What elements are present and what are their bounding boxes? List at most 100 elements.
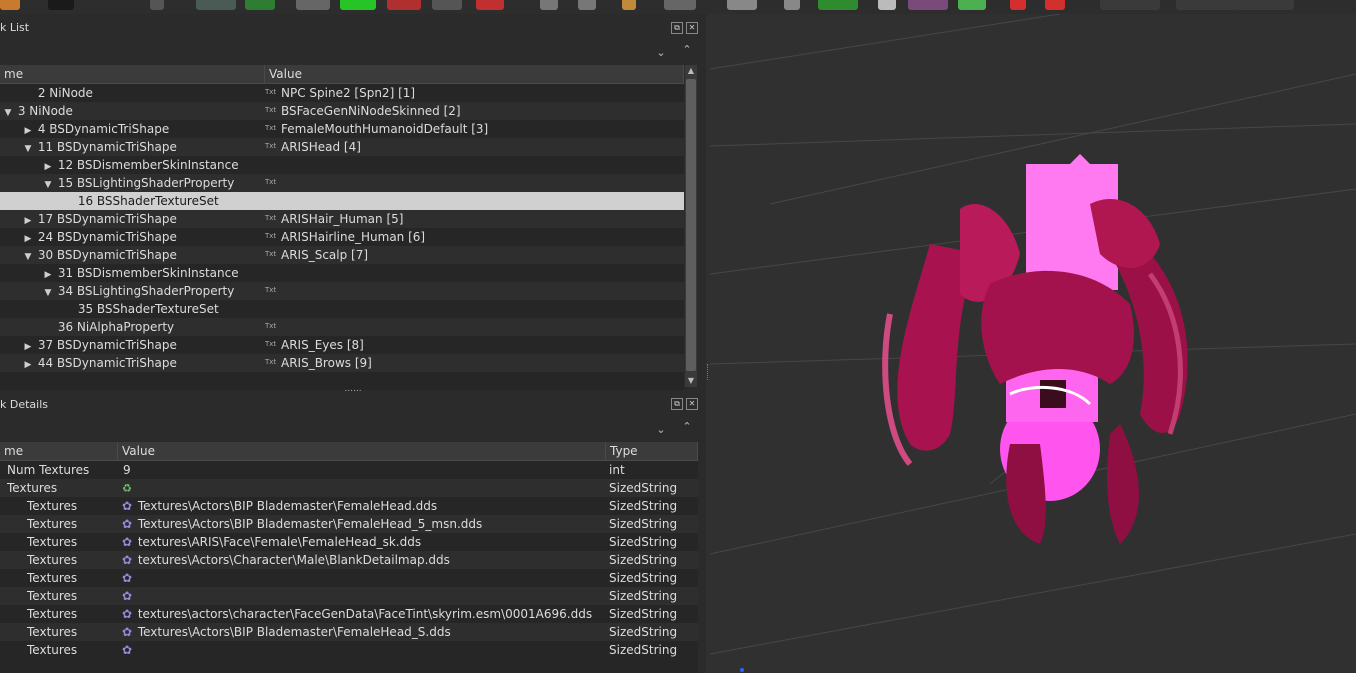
gear-icon[interactable]: ✿: [120, 497, 134, 515]
panel-splitter-handle[interactable]: ......: [0, 385, 706, 394]
tree-row-name: 31 BSDismemberSkinInstance: [57, 266, 239, 280]
tree-row[interactable]: ▶ 17 BSDynamicTriShape Txt ARISHair_Human …: [0, 210, 684, 228]
expand-arrow-right-icon[interactable]: ▶: [22, 338, 34, 354]
tree-row[interactable]: ▶ 4 BSDynamicTriShape Txt FemaleMouthHuman…: [0, 120, 684, 138]
expand-arrow-down-icon[interactable]: ▼: [42, 284, 54, 300]
tree-row[interactable]: ▶ 44 BSDynamicTriShape Txt ARIS_Brows [9]: [0, 354, 684, 372]
tree-row[interactable]: ▶ 24 BSDynamicTriShape Txt ARISHairline_Hu…: [0, 228, 684, 246]
column-header-value[interactable]: Value: [118, 442, 606, 460]
texture-icon[interactable]: [908, 0, 948, 10]
select-tool-icon[interactable]: [196, 0, 236, 10]
red-marker-2-icon[interactable]: [1045, 0, 1065, 10]
detail-row[interactable]: Textures ✿ textures\ARIS\Face\Female\Fema…: [0, 533, 698, 551]
expand-arrow-right-icon[interactable]: ▶: [42, 158, 54, 174]
detail-row[interactable]: Textures ✿ SizedString: [0, 569, 698, 587]
green-circle-icon[interactable]: [958, 0, 986, 10]
tree-row[interactable]: ▼ 34 BSLightingShaderProperty Txt: [0, 282, 684, 300]
gear-icon[interactable]: ✿: [120, 569, 134, 587]
viewport-canvas[interactable]: [710, 14, 1356, 673]
gear-icon[interactable]: ✿: [120, 641, 134, 659]
tree-row-name: 36 NiAlphaProperty: [57, 320, 175, 334]
tree-row[interactable]: 36 NiAlphaProperty Txt: [0, 318, 684, 336]
toolbar-field-2[interactable]: [1176, 0, 1236, 10]
tree-row[interactable]: ▶ 37 BSDynamicTriShape Txt ARIS_Eyes [8]: [0, 336, 684, 354]
column-header-name[interactable]: me: [0, 65, 265, 83]
pointer-icon[interactable]: [150, 0, 164, 10]
detail-row[interactable]: Num Textures 9 int: [0, 461, 698, 479]
expand-arrow-right-icon[interactable]: ▶: [22, 122, 34, 138]
expand-arrow-down-icon[interactable]: ▼: [22, 248, 34, 264]
box-dark-icon[interactable]: [432, 0, 462, 10]
tree-row[interactable]: 2 NiNode Txt NPC Spine2 [Spn2] [1]: [0, 84, 684, 102]
helmet-icon[interactable]: [727, 0, 757, 10]
toolbar-field-1[interactable]: [1100, 0, 1160, 10]
keyboard-icon[interactable]: [664, 0, 696, 10]
detail-row[interactable]: Textures ♻ SizedString: [0, 479, 698, 497]
detail-row[interactable]: Textures ✿ Textures\Actors\BIP Blademaste…: [0, 623, 698, 641]
box-red-icon[interactable]: [387, 0, 421, 10]
close-dock-icon[interactable]: ✕: [686, 398, 698, 410]
detail-row[interactable]: Textures ✿ SizedString: [0, 641, 698, 659]
tree-row[interactable]: ▼ 30 BSDynamicTriShape Txt ARIS_Scalp [7]: [0, 246, 684, 264]
tree-row[interactable]: ▶ 31 BSDismemberSkinInstance: [0, 264, 684, 282]
detail-row[interactable]: Textures ✿ textures\actors\character\Face…: [0, 605, 698, 623]
expand-arrow-right-icon[interactable]: ▶: [42, 266, 54, 282]
tree-row-name: 15 BSLightingShaderProperty: [57, 176, 235, 190]
text-type-icon: Txt: [265, 106, 277, 114]
render-viewport[interactable]: [710, 14, 1356, 673]
gear-icon[interactable]: ✿: [120, 623, 134, 641]
tree-row[interactable]: ▼ 15 BSLightingShaderProperty Txt: [0, 174, 684, 192]
float-dock-icon[interactable]: ⧉: [671, 398, 683, 410]
scroll-up-arrow-icon[interactable]: ▲: [685, 65, 697, 77]
circle-icon[interactable]: [578, 0, 596, 10]
expand-arrow-right-icon[interactable]: ▶: [22, 212, 34, 228]
gear-icon[interactable]: ✿: [120, 605, 134, 623]
tree-row-name: 12 BSDismemberSkinInstance: [57, 158, 239, 172]
expand-arrow-down-icon[interactable]: ▼: [22, 140, 34, 156]
collapse-chevron-down-icon[interactable]: ⌄: [654, 46, 668, 60]
collapse-chevron-down-icon[interactable]: ⌄: [654, 423, 668, 437]
column-header-value[interactable]: Value: [265, 65, 684, 83]
lock-icon[interactable]: [878, 0, 896, 10]
expand-arrow-down-icon[interactable]: ▼: [2, 104, 14, 120]
gear-icon[interactable]: ✿: [120, 587, 134, 605]
detail-row[interactable]: Textures ✿ Textures\Actors\BIP Blademaste…: [0, 515, 698, 533]
detail-row-value: textures\actors\character\FaceGenData\Fa…: [137, 607, 593, 621]
character-head-model[interactable]: [882, 154, 1188, 544]
detail-row[interactable]: Textures ✿ textures\Actors\Character\Male…: [0, 551, 698, 569]
tree-row[interactable]: 35 BSShaderTextureSet: [0, 300, 684, 318]
float-dock-icon[interactable]: ⧉: [671, 22, 683, 34]
toolbar-field-3[interactable]: [1234, 0, 1294, 10]
detail-row[interactable]: Textures ✿ SizedString: [0, 587, 698, 605]
tree-row[interactable]: ▼ 11 BSDynamicTriShape Txt ARISHead [4]: [0, 138, 684, 156]
expand-arrow-right-icon[interactable]: ▶: [22, 230, 34, 246]
detail-row[interactable]: Textures ✿ Textures\Actors\BIP Blademaste…: [0, 497, 698, 515]
collapse-chevron-up-icon[interactable]: ⌃: [680, 43, 694, 57]
gear-icon[interactable]: ✿: [120, 551, 134, 569]
expand-arrow-down-icon[interactable]: ▼: [42, 176, 54, 192]
bone-icon[interactable]: [784, 0, 800, 10]
box-gray-icon[interactable]: [296, 0, 330, 10]
gear-icon[interactable]: ✿: [120, 533, 134, 551]
cube-rgb-icon[interactable]: [476, 0, 504, 10]
recycle-icon[interactable]: ♻: [120, 480, 134, 497]
box-green-icon[interactable]: [340, 0, 376, 10]
collapse-chevron-up-icon[interactable]: ⌃: [680, 420, 694, 434]
brush-small-icon[interactable]: [540, 0, 558, 10]
expand-arrow-right-icon[interactable]: ▶: [22, 356, 34, 372]
close-dock-icon[interactable]: ✕: [686, 22, 698, 34]
column-header-type[interactable]: Type: [606, 442, 698, 460]
tree-row[interactable]: ▶ 12 BSDismemberSkinInstance: [0, 156, 684, 174]
red-marker-icon[interactable]: [1010, 0, 1026, 10]
gear-icon[interactable]: ✿: [120, 515, 134, 533]
scrollbar-thumb[interactable]: [686, 79, 696, 371]
green-shape-icon[interactable]: [818, 0, 858, 10]
link-icon[interactable]: [245, 0, 275, 10]
pen-icon[interactable]: [622, 0, 636, 10]
tree-row[interactable]: 16 BSShaderTextureSet: [0, 192, 684, 210]
color-swatch-icon[interactable]: [48, 0, 74, 10]
brush-icon[interactable]: [0, 0, 20, 10]
block-list-scrollbar[interactable]: ▲ ▼: [685, 65, 697, 387]
column-header-name[interactable]: me: [0, 442, 118, 460]
tree-row[interactable]: ▼ 3 NiNode Txt BSFaceGenNiNodeSkinned [2]: [0, 102, 684, 120]
